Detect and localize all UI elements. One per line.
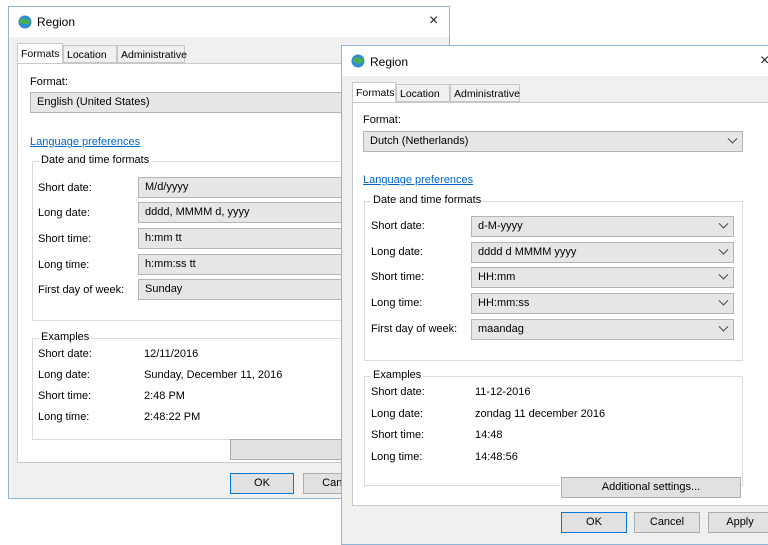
globe-icon — [17, 14, 33, 30]
close-icon[interactable]: × — [429, 13, 438, 29]
example-short-date-label: Short date: — [371, 386, 425, 398]
long-time-value: HH:mm:ss — [478, 297, 530, 309]
example-long-time-value: 2:48:22 PM — [144, 411, 201, 423]
tab-location[interactable]: Location — [63, 45, 117, 63]
formats-panel: Format: Dutch (Netherlands) Language pre… — [352, 102, 768, 506]
example-short-time-label: Short time: — [38, 390, 92, 402]
example-short-time-value: 14:48 — [475, 429, 503, 441]
first-day-label: First day of week: — [38, 284, 125, 296]
tab-strip: Formats Location Administrative — [352, 82, 768, 104]
format-label: Format: — [30, 76, 68, 88]
example-long-date-value: Sunday, December 11, 2016 — [144, 369, 283, 381]
chevron-down-icon — [727, 133, 738, 144]
short-date-value: d-M-yyyy — [478, 220, 523, 232]
apply-button[interactable]: Apply — [708, 512, 768, 533]
first-day-label: First day of week: — [371, 323, 458, 335]
window-title: Region — [370, 55, 409, 69]
language-preferences-link[interactable]: Language preferences — [363, 174, 473, 186]
example-long-date-label: Long date: — [371, 408, 423, 420]
format-value: Dutch (Netherlands) — [370, 135, 469, 147]
long-time-dropdown[interactable]: HH:mm:ss — [471, 293, 734, 314]
chevron-down-icon — [718, 244, 729, 255]
example-short-date-value: 12/11/2016 — [144, 348, 199, 360]
example-long-date-value: zondag 11 december 2016 — [475, 408, 606, 420]
group-title: Examples — [39, 331, 92, 343]
tab-administrative[interactable]: Administrative — [450, 84, 520, 102]
first-day-value: maandag — [478, 323, 524, 335]
short-date-dropdown[interactable]: d-M-yyyy — [471, 216, 734, 237]
group-title: Date and time formats — [39, 154, 152, 166]
tab-location[interactable]: Location — [396, 84, 450, 102]
chevron-down-icon — [718, 269, 729, 280]
example-short-time-label: Short time: — [371, 429, 425, 441]
tab-formats[interactable]: Formats — [17, 43, 63, 63]
language-preferences-link[interactable]: Language preferences — [30, 136, 140, 148]
region-window-dutch: Region × Formats Location Administrative… — [341, 45, 768, 545]
group-title: Date and time formats — [371, 194, 484, 206]
long-time-label: Long time: — [38, 259, 90, 271]
format-label: Format: — [363, 114, 401, 126]
window-title: Region — [37, 15, 76, 29]
example-short-date-label: Short date: — [38, 348, 92, 360]
example-long-time-label: Long time: — [38, 411, 90, 423]
example-long-time-value: 14:48:56 — [475, 451, 518, 463]
ok-button[interactable]: OK — [230, 473, 294, 494]
cancel-button[interactable]: Cancel — [634, 512, 700, 533]
short-time-label: Short time: — [38, 233, 92, 245]
title-bar: Region × — [342, 46, 768, 76]
chevron-down-icon — [718, 321, 729, 332]
short-time-dropdown[interactable]: HH:mm — [471, 267, 734, 288]
chevron-down-icon — [718, 295, 729, 306]
long-date-value: dddd d MMMM yyyy — [478, 246, 577, 258]
tab-administrative[interactable]: Administrative — [117, 45, 187, 63]
tab-formats[interactable]: Formats — [352, 82, 396, 102]
close-icon[interactable]: × — [760, 53, 768, 69]
chevron-down-icon — [718, 218, 729, 229]
first-day-dropdown[interactable]: maandag — [471, 319, 734, 340]
short-date-label: Short date: — [38, 182, 92, 194]
example-long-date-label: Long date: — [38, 369, 90, 381]
format-dropdown[interactable]: Dutch (Netherlands) — [363, 131, 743, 152]
example-long-time-label: Long time: — [371, 451, 423, 463]
additional-settings-button[interactable]: Additional settings... — [561, 477, 741, 498]
long-date-label: Long date: — [371, 246, 423, 258]
globe-icon — [350, 53, 366, 69]
long-time-label: Long time: — [371, 297, 423, 309]
short-date-label: Short date: — [371, 220, 425, 232]
short-time-value: HH:mm — [478, 271, 516, 283]
title-bar: Region × — [9, 7, 449, 37]
long-date-label: Long date: — [38, 207, 90, 219]
group-title: Examples — [371, 369, 424, 381]
long-date-dropdown[interactable]: dddd d MMMM yyyy — [471, 242, 734, 263]
short-time-label: Short time: — [371, 271, 425, 283]
example-short-date-value: 11-12-2016 — [475, 386, 531, 398]
ok-button[interactable]: OK — [561, 512, 627, 533]
example-short-time-value: 2:48 PM — [144, 390, 185, 402]
